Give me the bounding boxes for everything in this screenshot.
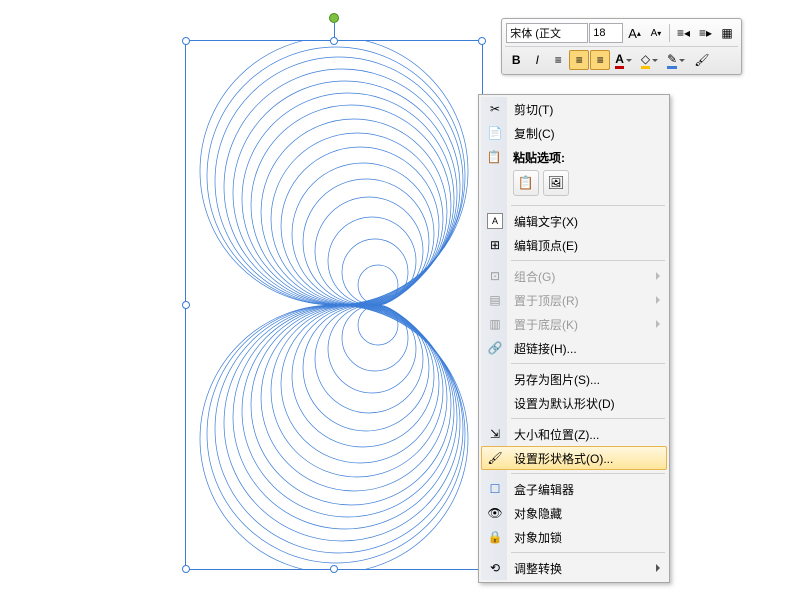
menu-separator (511, 363, 665, 364)
align-left-button[interactable]: ≡ (548, 50, 568, 70)
align-right-button[interactable]: ≡ (590, 50, 610, 70)
menu-copy-label: 复制(C) (514, 125, 555, 142)
link-icon: 🔗 (487, 340, 503, 356)
edit-text-icon: A (487, 213, 503, 229)
rotate-handle[interactable] (329, 13, 339, 23)
font-size-select[interactable] (589, 23, 623, 43)
paste-options-label: 粘贴选项: (513, 149, 661, 166)
menu-separator (511, 418, 665, 419)
canvas: A▴ A▾ ≡◂ ≡▸ ▦ B I ≡ ≡ ≡ A ◇ ✎ 🖌 ✂ 剪切(T) … (0, 0, 800, 600)
font-color-button[interactable]: A (611, 50, 636, 70)
menu-hide-object[interactable]: 👁 对象隐藏 (481, 501, 667, 525)
resize-handle-s[interactable] (330, 565, 338, 573)
grow-font-button[interactable]: A▴ (624, 23, 645, 43)
menu-separator (511, 473, 665, 474)
selection-frame[interactable] (185, 40, 483, 570)
bold-label: B (512, 53, 521, 67)
menu-format-shape-label: 设置形状格式(O)... (514, 450, 613, 467)
menu-size-position[interactable]: ⇲ 大小和位置(Z)... (481, 422, 667, 446)
menu-edit-points-label: 编辑顶点(E) (514, 237, 578, 254)
menu-hyperlink-label: 超链接(H)... (514, 340, 577, 357)
menu-separator (511, 552, 665, 553)
resize-handle-ne[interactable] (478, 37, 486, 45)
menu-box-editor[interactable]: ☐ 盒子编辑器 (481, 477, 667, 501)
resize-handle-sw[interactable] (182, 565, 190, 573)
menu-separator (511, 205, 665, 206)
submenu-arrow-icon (656, 564, 660, 572)
menu-copy[interactable]: 📄 复制(C) (481, 121, 667, 145)
menu-hyperlink[interactable]: 🔗 超链接(H)... (481, 336, 667, 360)
transform-icon: ⟲ (487, 560, 503, 576)
submenu-arrow-icon (656, 272, 660, 280)
decrease-indent-button[interactable]: ≡◂ (673, 23, 694, 43)
menu-save-as-picture[interactable]: 另存为图片(S)... (481, 367, 667, 391)
italic-label: I (536, 53, 539, 67)
menu-separator (511, 260, 665, 261)
menu-lock-object-label: 对象加锁 (514, 529, 562, 546)
lock-icon: 🔒 (487, 529, 503, 545)
size-icon: ⇲ (487, 426, 503, 442)
mini-toolbar: A▴ A▾ ≡◂ ≡▸ ▦ B I ≡ ≡ ≡ A ◇ ✎ 🖌 (501, 18, 742, 75)
box-icon: ☐ (487, 481, 503, 497)
hide-icon: 👁 (487, 505, 503, 521)
paste-option-picture[interactable]: 🖼 (543, 170, 569, 196)
italic-button[interactable]: I (527, 50, 547, 70)
format-icon: 🖌 (487, 450, 503, 466)
menu-bring-front: ▤ 置于顶层(R) (481, 288, 667, 312)
clipboard-icon: 📋 (518, 175, 534, 191)
resize-handle-w[interactable] (182, 301, 190, 309)
menu-paste-options: 📋 粘贴选项: 📋 🖼 (481, 145, 667, 202)
menu-cut[interactable]: ✂ 剪切(T) (481, 97, 667, 121)
menu-group: ⊡ 组合(G) (481, 264, 667, 288)
shrink-font-label: A (651, 28, 658, 39)
menu-edit-text[interactable]: A 编辑文字(X) (481, 209, 667, 233)
menu-set-default-shape-label: 设置为默认形状(D) (514, 395, 615, 412)
group-icon: ⊡ (487, 268, 503, 284)
align-button[interactable]: ▦ (717, 23, 737, 43)
resize-handle-n[interactable] (330, 37, 338, 45)
submenu-arrow-icon (656, 296, 660, 304)
grow-font-label: A (628, 26, 637, 41)
align-center-button[interactable]: ≡ (569, 50, 589, 70)
paste-icon: 📋 (486, 149, 502, 165)
format-painter-button[interactable]: 🖌 (690, 50, 713, 70)
menu-size-position-label: 大小和位置(Z)... (514, 426, 599, 443)
fill-color-button[interactable]: ◇ (637, 50, 662, 70)
context-menu: ✂ 剪切(T) 📄 复制(C) 📋 粘贴选项: 📋 🖼 A 编辑文字(X) ⊞ … (478, 94, 670, 583)
copy-icon: 📄 (487, 125, 503, 141)
menu-save-as-picture-label: 另存为图片(S)... (514, 371, 600, 388)
menu-lock-object[interactable]: 🔒 对象加锁 (481, 525, 667, 549)
menu-box-editor-label: 盒子编辑器 (514, 481, 574, 498)
menu-format-shape[interactable]: 🖌 设置形状格式(O)... (481, 446, 667, 470)
menu-hide-object-label: 对象隐藏 (514, 505, 562, 522)
bring-front-icon: ▤ (487, 292, 503, 308)
menu-send-back: ▥ 置于底层(K) (481, 312, 667, 336)
menu-edit-points[interactable]: ⊞ 编辑顶点(E) (481, 233, 667, 257)
submenu-arrow-icon (656, 320, 660, 328)
menu-edit-text-label: 编辑文字(X) (514, 213, 578, 230)
paste-option-keep-source[interactable]: 📋 (513, 170, 539, 196)
edit-points-icon: ⊞ (487, 237, 503, 253)
menu-set-default-shape[interactable]: 设置为默认形状(D) (481, 391, 667, 415)
menu-send-back-label: 置于底层(K) (514, 316, 578, 333)
picture-icon: 🖼 (548, 175, 565, 191)
shrink-font-button[interactable]: A▾ (646, 23, 666, 43)
menu-adjust-transform-label: 调整转换 (514, 560, 562, 577)
resize-handle-nw[interactable] (182, 37, 190, 45)
menu-adjust-transform[interactable]: ⟲ 调整转换 (481, 556, 667, 580)
send-back-icon: ▥ (487, 316, 503, 332)
menu-group-label: 组合(G) (514, 268, 555, 285)
menu-cut-label: 剪切(T) (514, 101, 553, 118)
font-family-select[interactable] (506, 23, 588, 43)
toolbar-separator (669, 24, 670, 42)
outline-color-button[interactable]: ✎ (663, 50, 689, 70)
increase-indent-button[interactable]: ≡▸ (695, 23, 716, 43)
bold-button[interactable]: B (506, 50, 526, 70)
menu-bring-front-label: 置于顶层(R) (514, 292, 579, 309)
scissors-icon: ✂ (487, 101, 503, 117)
